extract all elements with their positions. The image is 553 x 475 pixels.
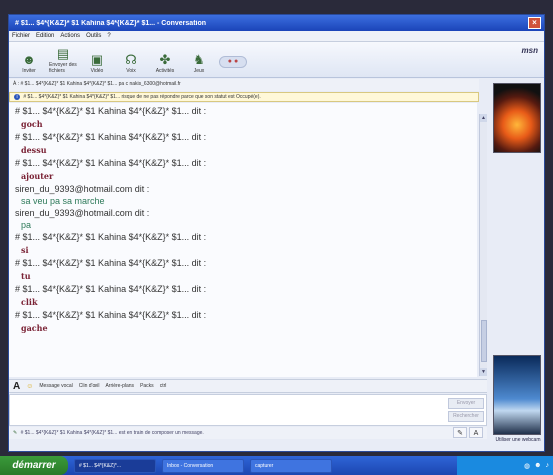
typing-status-text: # $1... $4*{K&Z}* $1 Kahina $4*{K&Z}* $1…: [20, 430, 204, 436]
taskbar-item-capture[interactable]: capturer: [250, 458, 332, 473]
message-sender: # $1... $4*{K&Z}* $1 Kahina $4*{K&Z}* $1…: [15, 258, 207, 268]
menu-edit[interactable]: Edition: [36, 33, 54, 39]
message-input[interactable]: Envoyer Rechercher: [9, 394, 487, 426]
taskbar: démarrer # $1... $4*{K&Z}*... Inbox - Co…: [0, 456, 553, 475]
start-button[interactable]: démarrer: [0, 456, 68, 475]
video-button[interactable]: ▣ Vidéo: [83, 52, 111, 74]
chat-scrollbar[interactable]: ▲ ▼: [479, 114, 487, 376]
scroll-down-icon[interactable]: ▼: [480, 368, 487, 376]
format-bar: A ☺ Message vocal Clin d'œil Arrière-pla…: [9, 379, 487, 393]
volume-icon[interactable]: ♪: [546, 462, 550, 469]
message-sender: siren_du_9393@hotmail.com dit :: [15, 208, 150, 218]
scroll-up-icon[interactable]: ▲: [480, 114, 487, 122]
message-text: dessu: [21, 145, 47, 155]
conversation-window: # $1... $4*{K&Z}* $1 Kahina $4*{K&Z}* $1…: [8, 14, 545, 452]
typing-icon: ✎: [13, 430, 18, 436]
network-icon[interactable]: ◍: [524, 462, 530, 470]
send-button[interactable]: Envoyer: [448, 398, 484, 409]
search-button[interactable]: Rechercher: [448, 411, 484, 422]
status-info-bar: i # $1... $4*{K&Z}* $1 Kahina $4*{K&Z}* …: [9, 92, 479, 102]
voice-clip-button[interactable]: Message vocal: [39, 383, 72, 389]
emoticon-icon[interactable]: ☺: [26, 383, 33, 390]
voice-button[interactable]: ☊ Voix: [117, 52, 145, 74]
backgrounds-button[interactable]: Arrière-plans: [105, 383, 134, 389]
message-text: ajouter: [21, 171, 54, 181]
system-tray: ◍ ☻ ♪: [457, 456, 553, 475]
invite-label: Inviter: [22, 68, 36, 74]
send-files-button[interactable]: ▤ Envoyer des fichiers: [49, 46, 77, 74]
chat-history[interactable]: # $1... $4*{K&Z}* $1 Kahina $4*{K&Z}* $1…: [9, 103, 477, 377]
status-info-text: # $1... $4*{K&Z}* $1 Kahina $4*{K&Z}* $1…: [23, 94, 261, 100]
message-text: si: [21, 245, 29, 255]
message-sender: siren_du_9393@hotmail.com dit :: [15, 184, 150, 194]
message-text: sa veu pa sa marche: [21, 196, 105, 206]
msn-logo: msn: [521, 46, 538, 55]
message-text: goch: [21, 119, 43, 129]
invite-icon: ☻: [22, 52, 36, 67]
text-mode-button[interactable]: A: [469, 427, 483, 438]
input-mode-buttons: ✎ A: [453, 427, 487, 439]
contact-avatar[interactable]: [493, 83, 541, 153]
block-contact-icon[interactable]: ● ●: [219, 56, 247, 68]
window-title: # $1... $4*{K&Z}* $1 Kahina $4*{K&Z}* $1…: [15, 19, 207, 27]
activities-label: Activités: [155, 68, 175, 74]
activities-button[interactable]: ✤ Activités: [151, 52, 179, 74]
message-text: gache: [21, 323, 48, 333]
packs-button[interactable]: Packs: [140, 383, 154, 389]
voice-label: Voix: [126, 68, 136, 74]
close-icon[interactable]: ×: [528, 17, 541, 29]
activities-icon: ✤: [159, 52, 171, 67]
wink-button[interactable]: Clin d'œil: [79, 383, 100, 389]
toolbar: ☻ Inviter ▤ Envoyer des fichiers ▣ Vidéo…: [9, 42, 544, 78]
title-bar: # $1... $4*{K&Z}* $1 Kahina $4*{K&Z}* $1…: [9, 15, 544, 31]
send-column: Envoyer Rechercher: [446, 395, 486, 425]
menu-bar: Fichier Edition Actions Outils ?: [9, 31, 544, 42]
message-text: tu: [21, 271, 31, 281]
own-avatar[interactable]: [493, 355, 541, 435]
menu-help[interactable]: ?: [107, 33, 110, 39]
font-button[interactable]: A: [13, 381, 20, 392]
send-files-label: Envoyer des fichiers: [49, 62, 77, 74]
video-label: Vidéo: [90, 68, 104, 74]
message-sender: # $1... $4*{K&Z}* $1 Kahina $4*{K&Z}* $1…: [15, 158, 207, 168]
message-sender: # $1... $4*{K&Z}* $1 Kahina $4*{K&Z}* $1…: [15, 310, 207, 320]
message-sender: # $1... $4*{K&Z}* $1 Kahina $4*{K&Z}* $1…: [15, 284, 207, 294]
menu-actions[interactable]: Actions: [60, 33, 80, 39]
menu-tools[interactable]: Outils: [86, 33, 101, 39]
invite-button[interactable]: ☻ Inviter: [15, 52, 43, 74]
message-text: pa: [21, 220, 32, 230]
message-sender: # $1... $4*{K&Z}* $1 Kahina $4*{K&Z}* $1…: [15, 232, 207, 242]
msn-tray-icon[interactable]: ☻: [534, 462, 541, 469]
send-files-icon: ▤: [56, 46, 70, 61]
games-label: Jeux: [193, 68, 205, 74]
message-sender: # $1... $4*{K&Z}* $1 Kahina $4*{K&Z}* $1…: [15, 106, 207, 116]
typing-status: ✎ # $1... $4*{K&Z}* $1 Kahina $4*{K&Z}* …: [9, 427, 487, 439]
info-icon: i: [14, 94, 20, 100]
scroll-thumb[interactable]: [481, 320, 487, 362]
games-icon: ♞: [193, 52, 205, 67]
video-icon: ▣: [90, 52, 104, 67]
handwriting-icon[interactable]: ✎: [453, 427, 467, 438]
recipient-line: À : # $1... $4*{K&Z}* $1 Kahina $4*{K&Z}…: [9, 79, 479, 91]
webcam-link[interactable]: Utiliser une webcam: [493, 437, 543, 443]
games-button[interactable]: ♞ Jeux: [185, 52, 213, 74]
message-sender: # $1... $4*{K&Z}* $1 Kahina $4*{K&Z}* $1…: [15, 132, 207, 142]
message-text: clik: [21, 297, 38, 307]
extra-button[interactable]: ctrl: [160, 383, 167, 389]
voice-icon: ☊: [125, 52, 137, 67]
menu-file[interactable]: Fichier: [12, 33, 30, 39]
taskbar-item-conversation[interactable]: # $1... $4*{K&Z}*...: [74, 458, 156, 473]
taskbar-item-inbox[interactable]: Inbox - Conversation: [162, 458, 244, 473]
